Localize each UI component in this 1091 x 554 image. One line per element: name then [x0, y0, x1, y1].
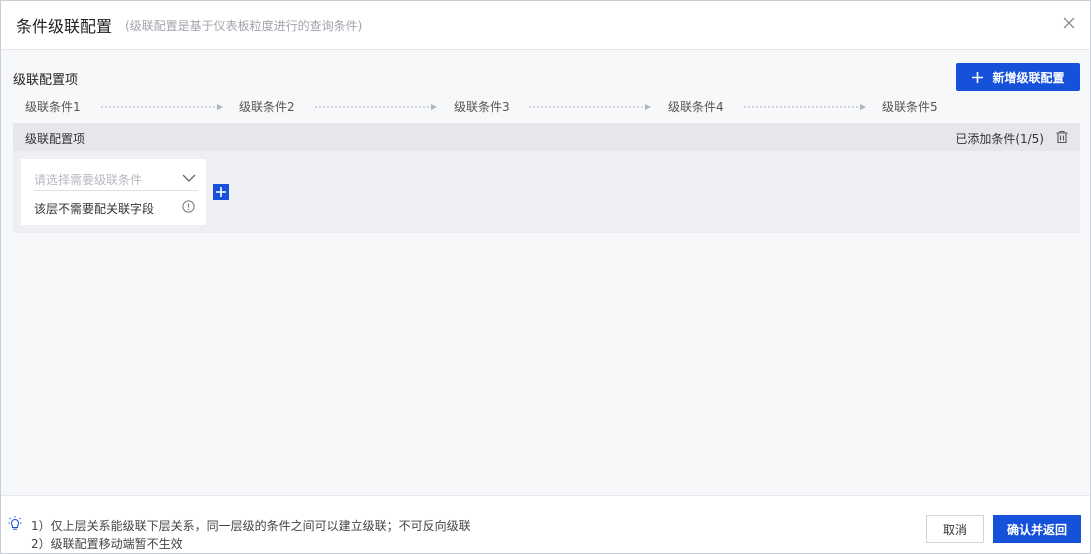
arrow-right-icon	[744, 104, 866, 110]
condition-select-placeholder: 请选择需要级联条件	[34, 173, 143, 187]
step-5: 级联条件5	[882, 100, 938, 114]
condition-select[interactable]: 请选择需要级联条件	[34, 165, 198, 191]
cascade-level-card: 请选择需要级联条件 该层不需要配关联字段	[21, 159, 206, 225]
panel-label: 级联配置项	[25, 132, 86, 146]
confirm-return-button[interactable]: 确认并返回	[993, 515, 1081, 543]
no-link-field-hint: 该层不需要配关联字段	[34, 202, 155, 216]
cascade-steps: 级联条件1 级联条件2 级联条件3 级联条件4 级联条件5	[25, 98, 945, 116]
section-title: 级联配置项	[13, 73, 79, 88]
dialog-title: 条件级联配置	[16, 17, 113, 36]
trash-icon[interactable]	[1055, 130, 1069, 144]
dialog-footer: 1）仅上层关系能级联下层关系，同一层级的条件之间可以建立级联；不可反向级联 2）…	[1, 495, 1090, 553]
arrow-right-icon	[315, 104, 437, 110]
footer-note-1: 1）仅上层关系能级联下层关系，同一层级的条件之间可以建立级联；不可反向级联	[31, 519, 471, 533]
add-cascade-config-label: 新增级联配置	[992, 70, 1065, 85]
cancel-button[interactable]: 取消	[926, 515, 984, 543]
condition-count: 已添加条件(1/5)	[955, 132, 1044, 146]
panel-header: 级联配置项 已添加条件(1/5)	[13, 123, 1080, 151]
lightbulb-icon	[8, 516, 22, 530]
footer-note-2: 2）级联配置移动端暂不生效	[31, 537, 183, 551]
arrow-right-icon	[529, 104, 651, 110]
close-icon[interactable]	[1060, 14, 1078, 32]
step-4: 级联条件4	[668, 100, 724, 114]
cascade-config-panel: 级联配置项 已添加条件(1/5) 请选择需要级联条件 该层不需要配关联字段	[13, 123, 1080, 233]
add-cascade-config-button[interactable]: 新增级联配置	[956, 63, 1080, 91]
step-3: 级联条件3	[454, 100, 510, 114]
chevron-down-icon	[182, 174, 196, 182]
dialog-subtitle: (级联配置是基于仪表板粒度进行的查询条件)	[125, 19, 363, 33]
step-1: 级联条件1	[25, 100, 81, 114]
step-2: 级联条件2	[239, 100, 295, 114]
plus-icon	[972, 71, 984, 83]
add-level-button[interactable]	[213, 184, 229, 200]
dialog-header: 条件级联配置 (级联配置是基于仪表板粒度进行的查询条件)	[1, 1, 1090, 50]
arrow-right-icon	[101, 104, 223, 110]
cascade-config-dialog: 条件级联配置 (级联配置是基于仪表板粒度进行的查询条件) 级联配置项 新增级联配…	[0, 0, 1091, 554]
info-icon[interactable]	[182, 200, 195, 213]
